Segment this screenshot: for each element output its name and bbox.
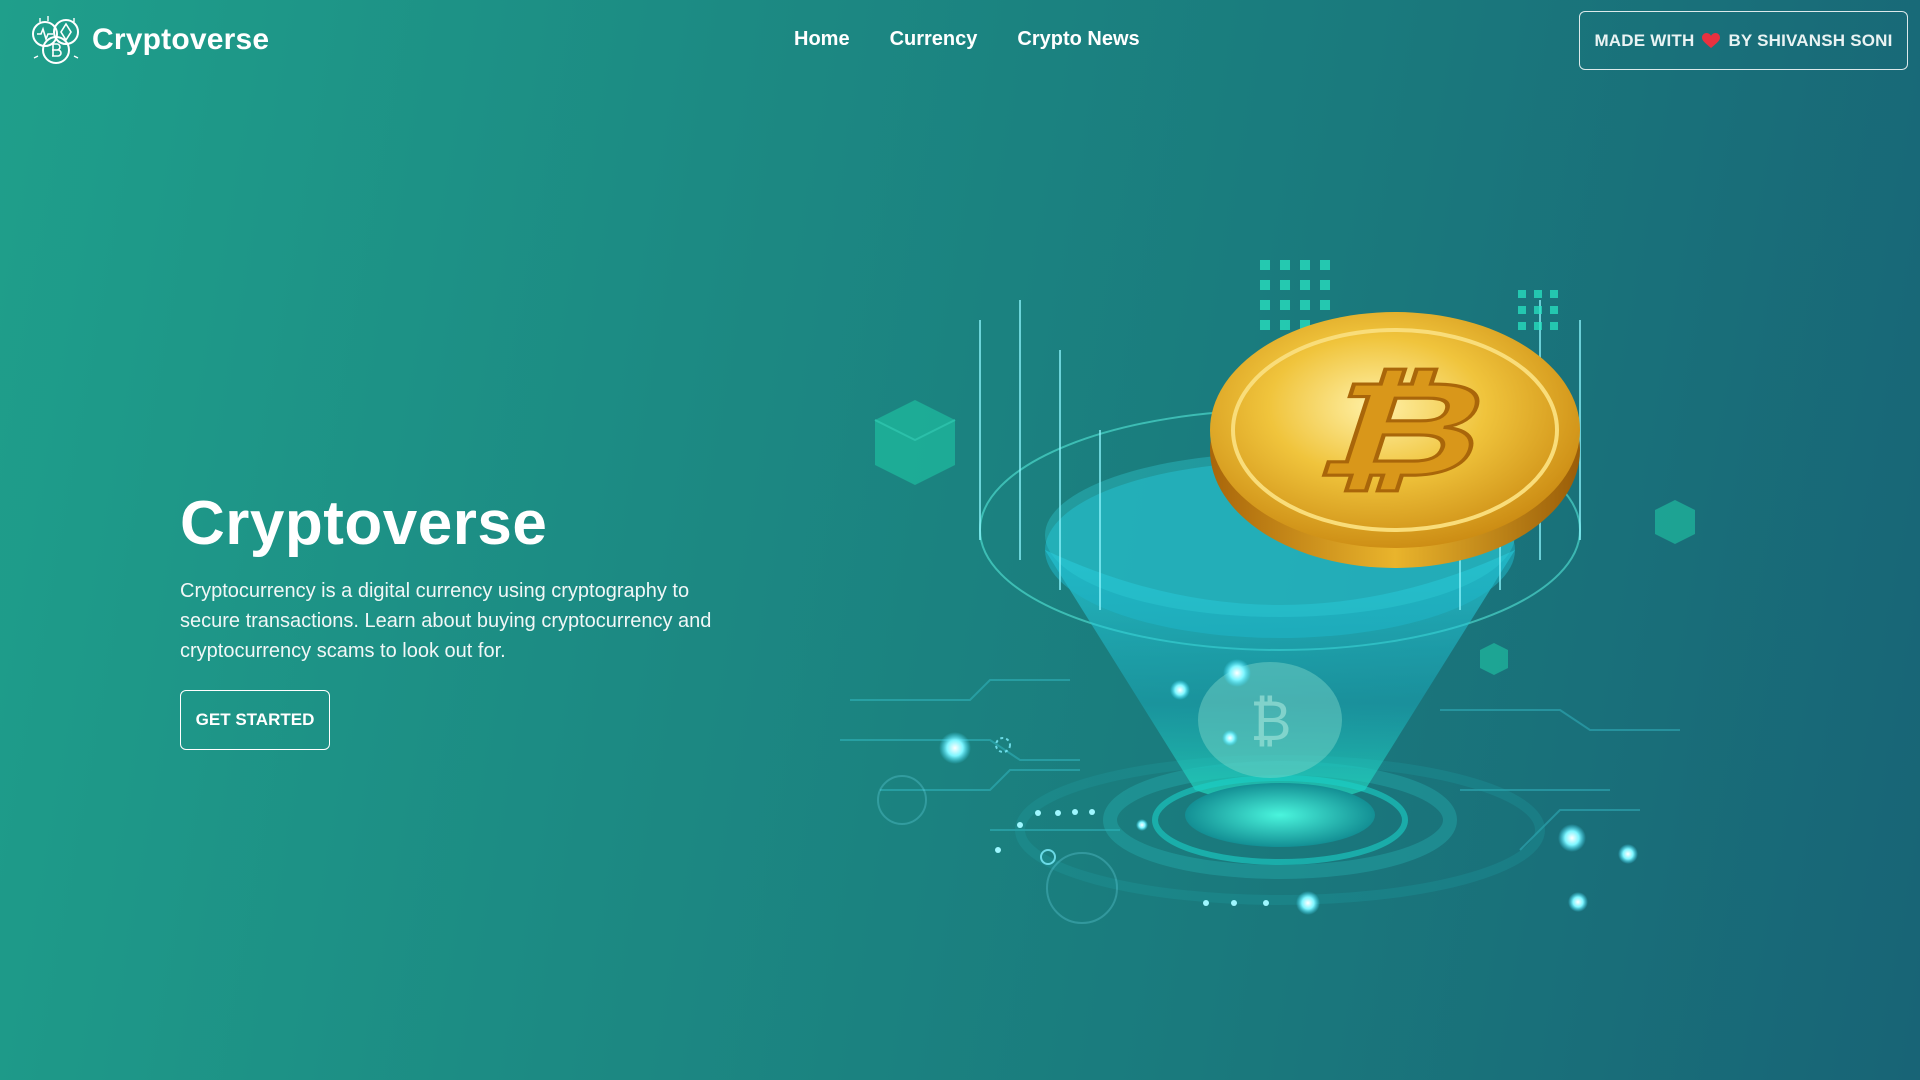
nav-currency[interactable]: Currency [890,28,978,51]
nav-home[interactable]: Home [794,28,850,51]
svg-text:₿: ₿ [1250,689,1291,754]
brand-name: Cryptoverse [92,23,270,56]
navbar: Cryptoverse Home Currency Crypto News MA… [0,0,1920,84]
credit-prefix: MADE WITH [1594,30,1695,50]
hero-description: Cryptocurrency is a digital currency usi… [180,580,712,662]
crypto-coins-logo-icon [32,16,79,64]
brand-link[interactable]: Cryptoverse [30,14,269,66]
bitcoin-coin-illustration: ₿ ₿ [820,230,1760,970]
main-nav: Home Currency Crypto News [794,28,1140,51]
credit-suffix: BY SHIVANSH SONI [1728,30,1893,50]
get-started-button[interactable]: GET STARTED [180,690,330,750]
nav-crypto-news[interactable]: Crypto News [1017,28,1139,51]
hero-title: Cryptoverse [180,489,548,558]
credit-button[interactable]: MADE WITH BY SHIVANSH SONI [1579,11,1908,70]
heart-icon [1702,32,1721,48]
